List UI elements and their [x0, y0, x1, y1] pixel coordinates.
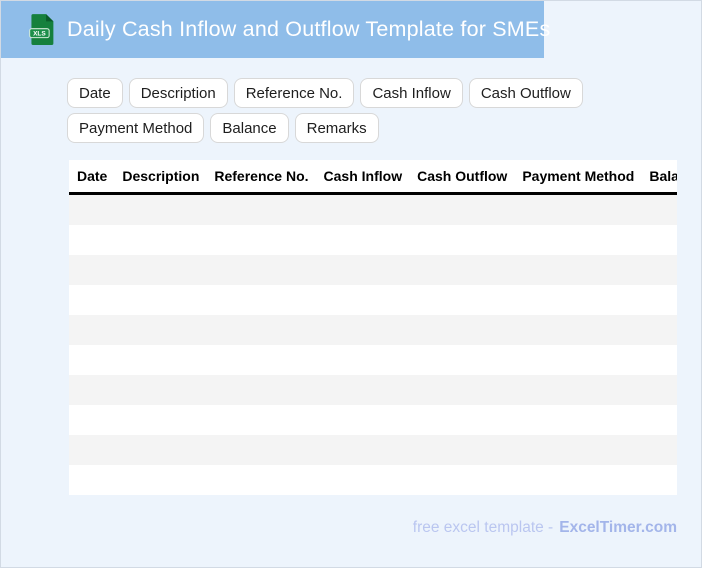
footer-text: free excel template -	[412, 519, 554, 536]
column-header-cash-outflow: Cash Outflow	[417, 168, 508, 184]
column-header-cash-inflow: Cash Inflow	[323, 168, 403, 184]
table-row	[69, 465, 677, 495]
table-row	[69, 255, 677, 285]
table-row	[69, 405, 677, 435]
column-header-reference-no: Reference No.	[214, 168, 309, 184]
xls-icon-label: XLS	[33, 31, 46, 38]
chip-date[interactable]: Date	[67, 78, 123, 108]
page-title: Daily Cash Inflow and Outflow Template f…	[67, 17, 551, 41]
table-row	[69, 435, 677, 465]
chip-description[interactable]: Description	[128, 78, 228, 108]
table-row	[69, 195, 677, 225]
title-bar: XLS Daily Cash Inflow and Outflow Templa…	[1, 1, 550, 58]
column-header-balance: Balance	[649, 168, 677, 184]
footer: free excel template - ExcelTimer.com	[69, 519, 677, 537]
chip-cash-inflow[interactable]: Cash Inflow	[360, 78, 463, 108]
chip-balance[interactable]: Balance	[210, 113, 289, 143]
chip-cash-outflow[interactable]: Cash Outflow	[468, 78, 583, 108]
column-header-payment-method: Payment Method	[522, 168, 635, 184]
table-header-row: Date Description Reference No. Cash Inflow C…	[69, 160, 677, 192]
footer-brand-link[interactable]: ExcelTimer.com	[559, 519, 677, 536]
chip-remarks[interactable]: Remarks	[294, 113, 379, 143]
chip-reference-no[interactable]: Reference No.	[233, 78, 355, 108]
template-table: Date Description Reference No. Cash Inflow C…	[69, 160, 677, 495]
table-row	[69, 315, 677, 345]
column-chip-list: Date Description Reference No. Cash Inflow C…	[67, 78, 702, 143]
chip-payment-method[interactable]: Payment Method	[67, 113, 205, 143]
table-row	[69, 285, 677, 315]
column-header-date: Date	[77, 168, 108, 184]
xls-file-icon: XLS	[29, 14, 54, 45]
table-row	[69, 345, 677, 375]
table-body	[69, 195, 677, 495]
table-row	[69, 375, 677, 405]
column-header-description: Description	[122, 168, 200, 184]
table-row	[69, 225, 677, 255]
